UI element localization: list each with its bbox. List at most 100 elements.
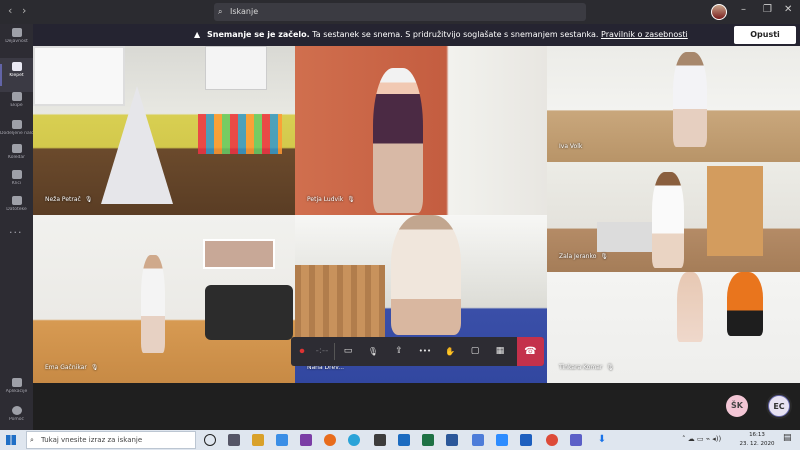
app-icon[interactable] [374, 434, 386, 446]
notifications-icon[interactable]: ▤ [783, 433, 792, 443]
teams-icon[interactable] [570, 434, 582, 446]
call-controls: ⏺ -:-- ▭ 🎙 ⇪ ••• ✋ ▢ ▦ ☎ [291, 337, 544, 366]
poster-scene [205, 46, 267, 90]
participant-tile[interactable]: Petja Ludvik 🎙 [295, 46, 547, 215]
mic-icon: 🎙 [606, 364, 614, 371]
recording-indicator-icon: ⏺ [299, 346, 305, 357]
warning-icon: ▲ [194, 30, 201, 39]
banner-bold: Snemanje se je začelo. [207, 30, 310, 39]
more-actions-icon[interactable]: ••• [416, 342, 434, 361]
dancer-figure [673, 52, 707, 147]
edge-chromium-icon[interactable] [348, 434, 360, 446]
participant-name-label: Ema Gačnikar 🎙 [45, 364, 99, 371]
task-view-icon[interactable] [228, 434, 240, 446]
file-explorer-icon[interactable] [252, 434, 264, 446]
participant-tile[interactable]: Ema Gačnikar 🎙 [33, 215, 295, 383]
calendar-icon [11, 144, 22, 153]
minimize-button[interactable]: – [741, 4, 746, 15]
rail-item-activity[interactable]: Dejavnost [0, 24, 33, 58]
outlook-icon[interactable] [398, 434, 410, 446]
app-icon[interactable] [472, 434, 484, 446]
onenote-icon[interactable] [300, 434, 312, 446]
rail-item-label: Dodeljene naloge [0, 131, 33, 136]
zoom-icon[interactable] [496, 434, 508, 446]
clock-date: 23. 12. 2020 [739, 441, 775, 447]
rail-item-label: Datoteke [6, 207, 27, 212]
chat-toggle-icon[interactable]: ▢ [466, 342, 484, 361]
rail-item-label: Klepet [9, 73, 24, 78]
search-input[interactable]: ⌕ Iskanje [214, 3, 586, 21]
back-icon[interactable]: ‹ [8, 4, 12, 17]
participant-tile[interactable]: Iva Volk [547, 46, 800, 162]
dancer-figure [652, 172, 684, 268]
title-bar: ‹ › ⌕ Iskanje – ❐ ✕ [0, 0, 800, 24]
rail-item-label: Ekipe [10, 103, 23, 108]
phone-icon [11, 170, 22, 179]
search-placeholder: Iskanje [230, 7, 259, 16]
system-clock[interactable]: 16:13 23. 12. 2020 [737, 431, 777, 449]
search-icon: ⌕ [218, 7, 223, 16]
participant-tile[interactable]: Tinkara Komar 🎙 [547, 272, 800, 383]
rail-item-label: Dejavnost [5, 39, 28, 44]
store-icon[interactable] [520, 434, 532, 446]
participant-name-label: Iva Volk [559, 143, 583, 150]
raise-hand-icon[interactable]: ✋ [441, 342, 459, 361]
search-icon: ⌕ [30, 436, 34, 444]
edge-icon[interactable] [276, 434, 288, 446]
more-apps-icon[interactable]: ··· [9, 226, 23, 239]
participant-name-label: Neža Petrač 🎙 [45, 196, 93, 203]
help-icon [11, 406, 22, 415]
camera-toggle-icon[interactable]: ▭ [339, 342, 357, 361]
tray-icons[interactable]: ˄ ☁ ▭ ⌁ ◂)) [682, 435, 721, 443]
avatar[interactable]: EC [768, 395, 790, 417]
dancer-figure [677, 272, 703, 342]
forward-icon[interactable]: › [22, 4, 26, 17]
recording-banner: ▲ Snemanje se je začelo. Ta sestanek se … [33, 24, 800, 46]
hang-up-button[interactable]: ☎ [517, 337, 544, 366]
video-stage: Neža Petrač 🎙 Petja Ludvik 🎙 Iva Volk Zala… [33, 46, 800, 430]
maximize-button[interactable]: ❐ [763, 4, 772, 15]
participant-tile[interactable]: Zala Jeranko 🎙 [547, 162, 800, 272]
firefox-icon[interactable] [324, 434, 336, 446]
app-rail: Dejavnost Klepet Ekipe Dodeljene naloge … [0, 24, 33, 430]
mic-icon: 🎙 [600, 253, 609, 260]
windows-start-icon[interactable] [6, 435, 16, 445]
breakout-rooms-icon[interactable]: ▦ [491, 342, 509, 361]
rail-item-label: Koledar [8, 155, 25, 160]
os-taskbar: ⌕ Tukaj vnesite izraz za iskanje ⬇ ˄ ☁ ▭… [0, 430, 800, 450]
word-icon[interactable] [446, 434, 458, 446]
taskbar-search-input[interactable]: ⌕ Tukaj vnesite izraz za iskanje [26, 431, 196, 449]
christmas-tree-scene [101, 86, 173, 204]
mic-icon: 🎙 [84, 196, 93, 203]
rail-item-label: Aplikacije [5, 389, 28, 394]
profile-avatar[interactable] [711, 4, 727, 20]
avatar[interactable]: ŠK [726, 395, 748, 417]
share-screen-icon[interactable]: ⇪ [390, 342, 408, 361]
assignments-icon [11, 120, 22, 129]
rail-item-files[interactable]: Datoteke [0, 192, 33, 226]
excel-icon[interactable] [422, 434, 434, 446]
taskbar-search-placeholder: Tukaj vnesite izraz za iskanje [41, 436, 143, 444]
chat-icon [11, 62, 22, 71]
divider [334, 343, 335, 360]
mic-toggle-icon[interactable]: 🎙 [364, 342, 382, 361]
rail-item-chat[interactable]: Klepet [0, 58, 33, 92]
mic-icon: 🎙 [347, 196, 355, 203]
participant-name-label: Zala Jeranko 🎙 [559, 253, 609, 260]
privacy-link[interactable]: Pravilnik o zasebnosti [601, 30, 688, 39]
banner-text: Snemanje se je začelo. Ta sestanek se sn… [207, 24, 688, 46]
cortana-icon[interactable] [204, 434, 216, 446]
dancer-figure [373, 68, 423, 213]
wall-calendar-scene [198, 114, 282, 154]
chrome-icon[interactable] [546, 434, 558, 446]
dancer-figure [141, 255, 165, 353]
dancer-figure [391, 215, 461, 335]
dismiss-button[interactable]: Opusti [734, 26, 796, 44]
download-icon[interactable]: ⬇ [596, 434, 608, 446]
participant-tile[interactable]: Neža Petrač 🎙 [33, 46, 295, 215]
close-button[interactable]: ✕ [784, 4, 792, 15]
apps-icon [11, 378, 22, 387]
mic-icon: 🎙 [90, 364, 99, 371]
rail-item-label: Klici [11, 181, 22, 186]
seated-person-figure [727, 272, 763, 336]
